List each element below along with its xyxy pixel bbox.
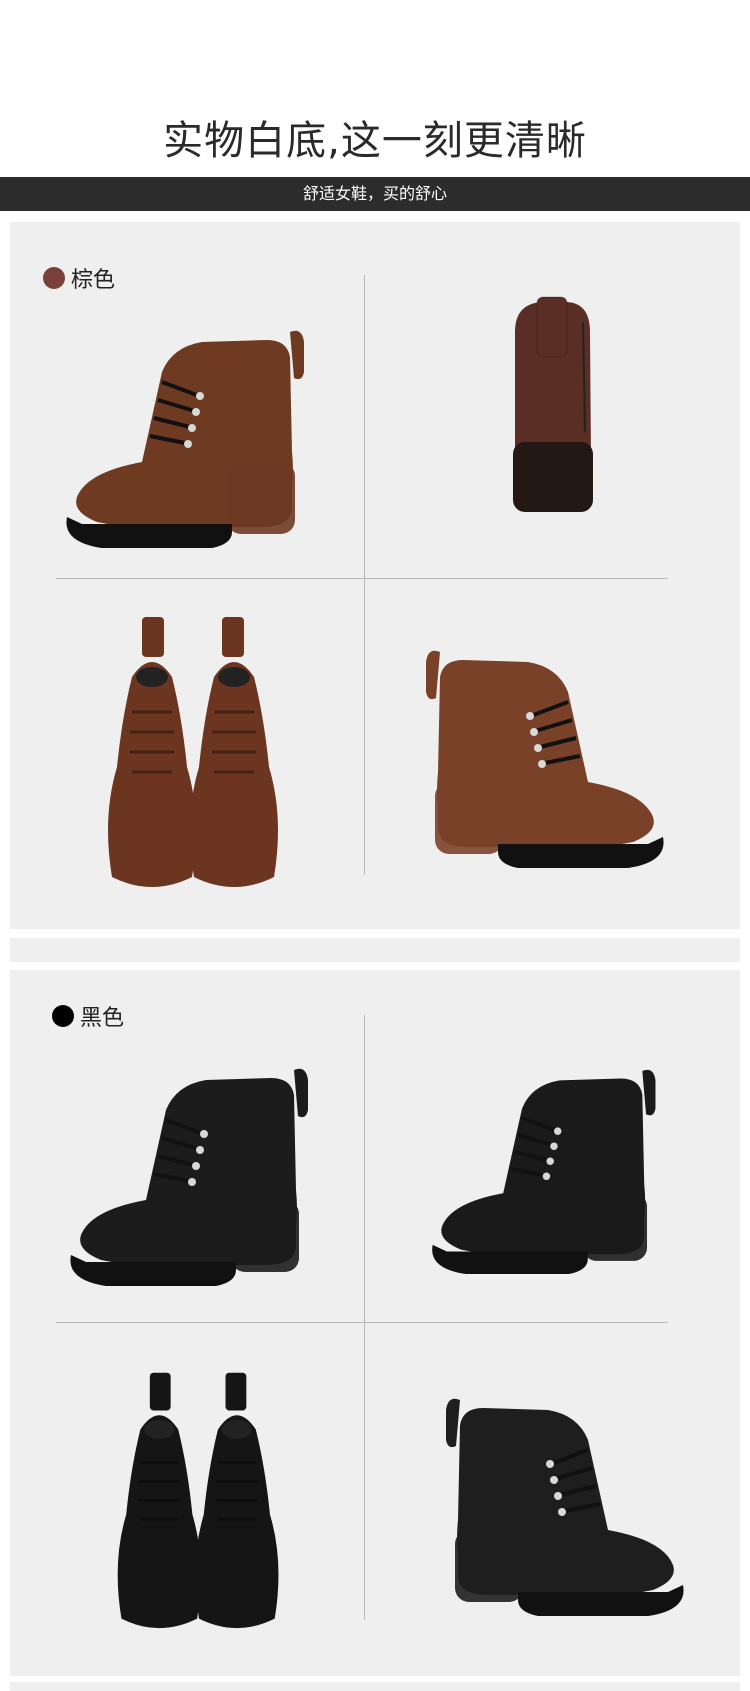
boot-image-side	[64, 328, 306, 550]
boot-image-side	[68, 1066, 310, 1288]
boot-image-top-pair	[106, 617, 280, 889]
variant-name: 黑色	[80, 1006, 125, 1031]
boot-image-side-zipper	[424, 648, 666, 870]
grid-horizontal-divider	[56, 578, 668, 579]
grid-vertical-divider	[364, 1015, 365, 1620]
color-swatch	[43, 267, 65, 289]
tagline-bar: 舒适女鞋，买的舒心	[0, 177, 750, 211]
boot-image-three-quarter	[430, 1067, 658, 1276]
grid-vertical-divider	[364, 275, 365, 875]
variant-panel-black: 黑色	[10, 970, 740, 1676]
variant-label: 黑色	[52, 1000, 124, 1032]
variant-name: 棕色	[71, 268, 116, 293]
variant-panel-brown: 棕色	[10, 222, 740, 929]
grid-horizontal-divider	[56, 1322, 668, 1323]
variant-label: 棕色	[43, 262, 115, 294]
separator-strip	[10, 1682, 740, 1691]
boot-image-top-pair	[116, 1371, 280, 1630]
separator-strip	[10, 938, 740, 962]
boot-image-side-zipper	[444, 1396, 686, 1618]
headline: 实物白底,这一刻更清晰	[163, 118, 587, 164]
boot-image-back	[512, 296, 594, 513]
color-swatch	[52, 1005, 74, 1027]
